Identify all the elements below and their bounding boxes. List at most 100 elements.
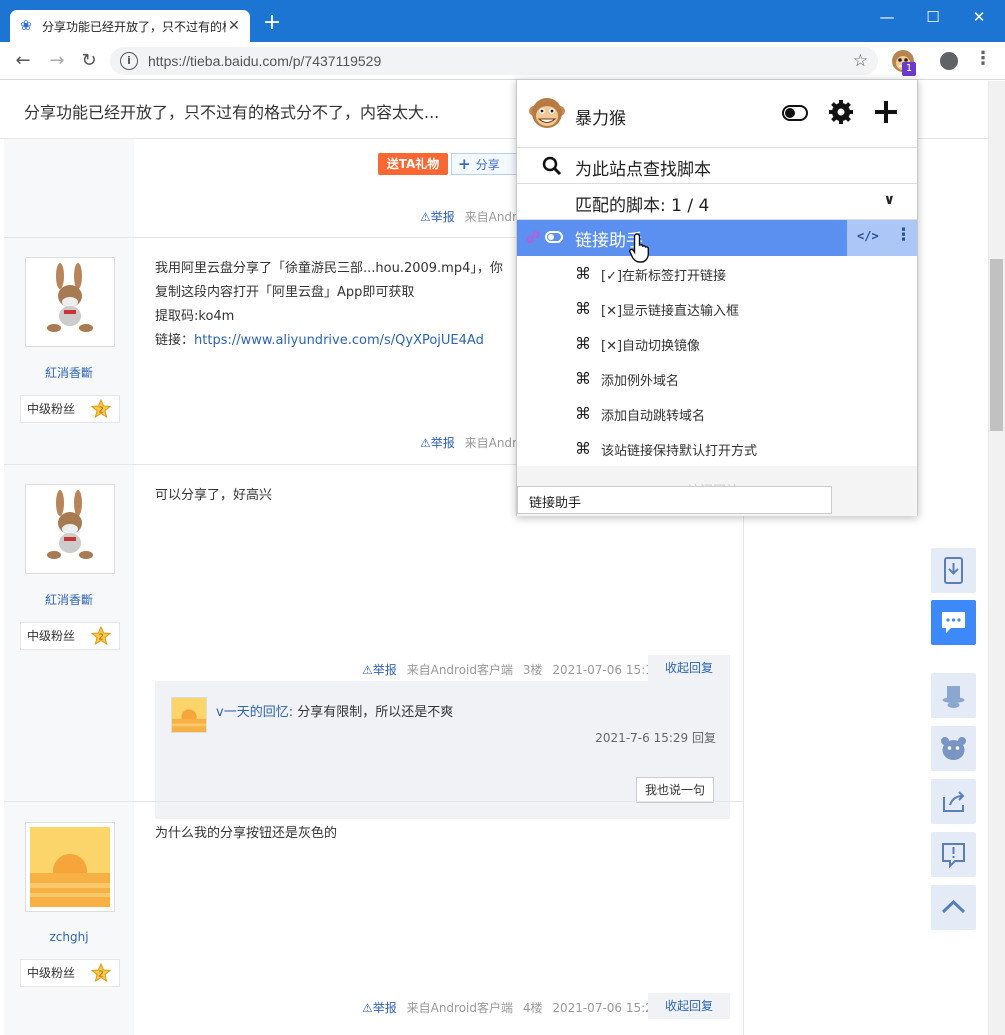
fan-level-badge: 中级粉丝 2 [20, 622, 120, 650]
feedback-button[interactable] [931, 832, 976, 877]
back-arrow-icon[interactable]: ← [10, 49, 36, 73]
aliyundrive-link[interactable]: https://www.aliyundrive.com/s/QyXPojUE4A… [194, 333, 484, 348]
warning-chat-icon [942, 843, 965, 869]
post-content: 可以分享了，好高兴 [155, 488, 273, 503]
command-icon: ⌘ [575, 334, 591, 353]
reply-text: v一天的回忆: 分享有限制，所以还是不爽 [216, 701, 453, 720]
extension-badge: 1 [902, 62, 916, 76]
scrollbar-thumb[interactable] [990, 259, 1003, 431]
menu-label: 该站链接保持默认打开方式 [601, 444, 758, 459]
back-to-top-button[interactable] [931, 885, 976, 930]
popup-app-name: 暴力猴 [575, 109, 626, 129]
fold-replies-button[interactable]: 收起回复 [648, 655, 730, 681]
post-tail-1: ⚠举报 来自Andr [420, 208, 517, 225]
profile-avatar-icon[interactable] [940, 52, 958, 70]
magic-hat-icon [942, 686, 965, 708]
edit-code-icon[interactable]: </> [857, 229, 879, 243]
script-menu-item[interactable]: ⌘ 该站链接保持默认打开方式 [517, 431, 917, 466]
reply-link[interactable]: 回复 [692, 731, 716, 745]
post-line: 我用阿里云盘分享了「徐童游民三部...hou.2009.mp4」，你 [155, 261, 503, 276]
reply-box: v一天的回忆: 分享有限制，所以还是不爽 2021-7-6 15:29 回复 我… [155, 681, 730, 819]
post-line: 提取码:ko4m [155, 309, 235, 324]
command-icon: ⌘ [575, 404, 591, 423]
post-content: 为什么我的分享按钮还是灰色的 [155, 826, 338, 841]
reload-icon[interactable]: ↻ [76, 49, 102, 73]
sunset-avatar-icon[interactable] [171, 697, 207, 733]
hand-pointer-icon [629, 233, 649, 263]
magic-button[interactable] [931, 673, 976, 718]
reply-user[interactable]: v一天的回忆: [216, 705, 293, 720]
user-avatar[interactable] [25, 484, 115, 574]
script-menu-item[interactable]: ⌘ 添加例外域名 [517, 361, 917, 396]
script-menu-item[interactable]: ⌘ [✕]显示链接直达输入框 [517, 291, 917, 326]
site-info-icon[interactable]: i [120, 52, 138, 70]
post-tail-2: ⚠举报 来自Andr [420, 434, 517, 451]
user-name[interactable]: 紅消香斷 [4, 364, 134, 381]
report-link[interactable]: ⚠举报 [420, 436, 455, 450]
window-minimize-button[interactable]: — [864, 6, 910, 30]
matched-scripts-header[interactable]: 匹配的脚本: 1 / 4 ∨ [517, 184, 917, 220]
popup-header: 暴力猴 [517, 80, 917, 148]
share-button[interactable]: + 分享 [451, 153, 521, 175]
user-name[interactable]: zchghj [4, 930, 134, 944]
window-maximize-button[interactable]: ☐ [910, 6, 956, 30]
bear-icon [941, 737, 966, 760]
post-source: 来自Andr [464, 210, 517, 224]
bookmark-star-icon[interactable]: ☆ [853, 51, 868, 71]
post-divider [4, 801, 744, 802]
chevron-down-icon: ∨ [883, 192, 895, 208]
forward-arrow-icon[interactable]: → [44, 49, 70, 73]
level-star-icon: 2 [91, 399, 111, 419]
bear-button[interactable] [931, 726, 976, 771]
post-tail-4: ⚠举报 来自Android客户端 4楼 2021-07-06 15:29 [362, 999, 660, 1016]
fan-level-badge: 中级粉丝 2 [20, 395, 120, 423]
user-name[interactable]: 紅消香斷 [4, 591, 134, 608]
reply-time: 2021-7-6 15:29 [595, 731, 689, 745]
reply-meta: 2021-7-6 15:29 回复 [595, 729, 716, 746]
report-link[interactable]: ⚠举报 [362, 663, 397, 677]
script-more-icon[interactable]: ⋮ [895, 225, 912, 245]
add-script-icon[interactable] [872, 98, 900, 126]
send-gift-button[interactable]: 送TA礼物 [378, 153, 448, 175]
global-enable-toggle[interactable] [782, 105, 808, 121]
browser-tab[interactable]: ❀ 分享功能已经开放了，只不过有的格式 ✕ [10, 10, 250, 42]
browser-toolbar: ← → ↻ i https://tieba.baidu.com/p/743711… [0, 42, 1005, 80]
script-menu-item[interactable]: ⌘ 添加自动跳转域名 [517, 396, 917, 431]
post-content: 我用阿里云盘分享了「徐童游民三部...hou.2009.mp4」，你 复制这段内… [155, 257, 503, 353]
report-link[interactable]: ⚠举报 [420, 210, 455, 224]
report-link[interactable]: ⚠举报 [362, 1001, 397, 1015]
link-label: 链接： [155, 333, 195, 348]
donkey-avatar-icon [47, 263, 93, 332]
script-row-link-helper[interactable]: 链接助手 </> ⋮ [517, 220, 917, 256]
command-icon: ⌘ [575, 264, 591, 283]
search-icon [542, 156, 562, 176]
find-scripts-row[interactable]: 为此站点查找脚本 [517, 148, 917, 184]
say-something-button[interactable]: 我也说一句 [636, 777, 714, 803]
browser-menu-icon[interactable]: ⋮ [974, 50, 992, 68]
tieba-paw-icon: ❀ [20, 18, 32, 34]
user-avatar[interactable] [25, 822, 115, 912]
reply-float-button[interactable] [931, 600, 976, 645]
phone-download-icon [944, 557, 963, 584]
fan-level-label: 中级粉丝 [27, 629, 76, 643]
menu-label: [✓]在新标签打开链接 [601, 269, 727, 284]
user-avatar[interactable] [25, 257, 115, 347]
window-close-button[interactable]: ✕ [956, 6, 1002, 30]
page-scrollbar[interactable] [988, 81, 1005, 1035]
fold-replies-button[interactable]: 收起回复 [648, 993, 730, 1019]
url-text[interactable]: https://tieba.baidu.com/p/7437119529 [148, 53, 853, 69]
new-tab-button[interactable]: + [260, 12, 284, 36]
address-bar[interactable]: i https://tieba.baidu.com/p/7437119529 ☆ [110, 47, 878, 75]
script-enable-toggle[interactable] [545, 231, 563, 243]
post-time: 2021-07-06 15:29 [552, 1001, 661, 1015]
post-link-line: 链接：https://www.aliyundrive.com/s/QyXPojU… [155, 329, 503, 353]
gear-icon[interactable] [827, 98, 855, 126]
command-icon: ⌘ [575, 369, 591, 388]
tab-title: 分享功能已经开放了，只不过有的格式 [42, 19, 226, 34]
share-float-button[interactable] [931, 779, 976, 824]
script-menu-item[interactable]: ⌘ [✓]在新标签打开链接 [517, 256, 917, 291]
tab-close-icon[interactable]: ✕ [226, 18, 242, 34]
script-tooltip: 链接助手 [517, 486, 832, 514]
download-app-button[interactable] [931, 548, 976, 593]
script-menu-item[interactable]: ⌘ [✕]自动切换镜像 [517, 326, 917, 361]
